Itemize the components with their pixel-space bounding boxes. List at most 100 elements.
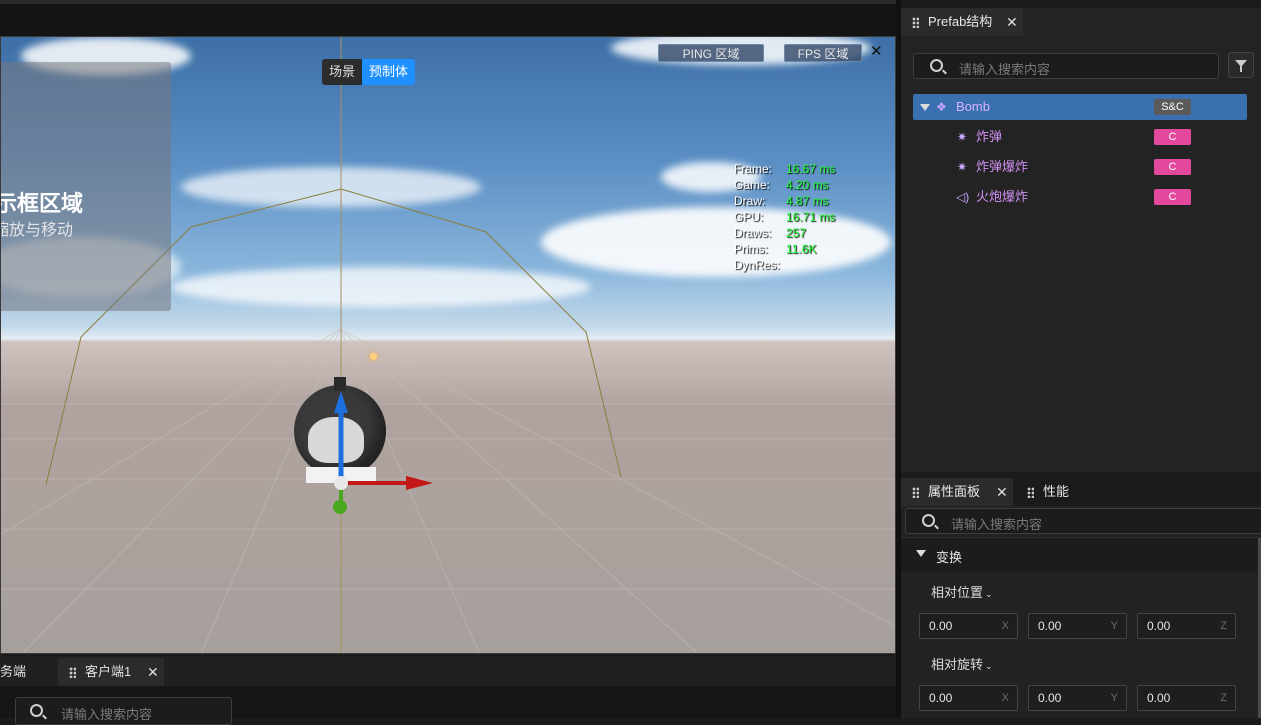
scope-badge: C [1154, 159, 1191, 175]
drag-grip-icon[interactable] [912, 487, 919, 498]
tab-server[interactable]: 务端 [0, 658, 26, 686]
scene-viewport[interactable]: 示框区域 缩放与移动 场景 预制体 PING 区域 FPS 区域 ✕ Frame… [0, 36, 896, 654]
scene-mode-toggle[interactable]: 场景 预制体 [322, 59, 416, 85]
tab-client[interactable]: 客户端1 ✕ [58, 658, 164, 686]
stat-row: Prims: 11.6K [734, 241, 835, 257]
position-x-field[interactable]: 0.00 X [919, 613, 1018, 639]
stat-key: Draws: [734, 226, 772, 240]
stat-value: 16.67 ms [786, 162, 836, 176]
axis-label: X [1001, 620, 1009, 632]
hint-overlay-panel: 示框区域 缩放与移动 [1, 62, 171, 311]
relative-rotation-text: 相对旋转 [931, 657, 984, 672]
stats-overlay: Frame: 16.67 ms Game: 4.20 ms Draw: 4.87 ms GP… [734, 161, 835, 273]
relative-rotation-label[interactable]: 相对旋转 ⌄ [931, 654, 993, 673]
performance-tab-label: 性能 [1043, 484, 1070, 499]
stat-key: Game: [734, 178, 771, 192]
rotation-z-field[interactable]: 0.00 Z [1137, 685, 1236, 711]
drag-grip-icon[interactable] [1027, 487, 1034, 498]
stat-key: Frame: [734, 162, 773, 176]
axis-label: Z [1220, 620, 1227, 632]
stat-value: 16.71 ms [786, 210, 836, 224]
chevron-down-icon: ⌄ [985, 661, 993, 671]
search-icon [30, 704, 43, 717]
bottom-tab-bar: 务端 客户端1 ✕ [0, 656, 898, 686]
fps-area-button[interactable]: FPS 区域 [784, 44, 862, 62]
mode-prefab-button[interactable]: 预制体 [362, 59, 416, 85]
field-value: 0.00 [1147, 619, 1171, 633]
stat-key: Draw: [734, 194, 766, 208]
bottom-search-bar: 请输入搜索内容 [0, 686, 898, 725]
stat-row: Game: 4.20 ms [734, 177, 835, 193]
hint-subtitle: 缩放与移动 [0, 222, 74, 239]
tree-item-label: 炸弹爆炸 [976, 159, 1029, 174]
close-icon[interactable]: ✕ [147, 658, 159, 686]
collapse-arrow-icon[interactable] [916, 550, 926, 557]
stat-key: GPU: [734, 210, 764, 224]
ping-area-button[interactable]: PING 区域 [658, 44, 764, 62]
section-title: 变换 [936, 550, 963, 565]
position-z-field[interactable]: 0.00 Z [1137, 613, 1236, 639]
field-value: 0.00 [929, 619, 953, 633]
field-value: 0.00 [1038, 619, 1062, 633]
mode-scene-button[interactable]: 场景 [322, 59, 363, 85]
search-icon [922, 514, 935, 527]
axis-label: Y [1110, 692, 1118, 704]
sound-icon: ◁) [956, 190, 970, 204]
rotation-x-field[interactable]: 0.00 X [919, 685, 1018, 711]
stat-row: Frame: 16.67 ms [734, 161, 835, 177]
rotation-y-field[interactable]: 0.00 Y [1028, 685, 1127, 711]
scope-badge: C [1154, 189, 1191, 205]
chevron-down-icon: ⌄ [985, 589, 993, 599]
top-toolbar [0, 0, 898, 36]
tree-item-label: Bomb [956, 99, 990, 114]
close-icon[interactable]: ✕ [1006, 8, 1018, 36]
field-value: 0.00 [1147, 691, 1171, 705]
prefab-structure-panel: Prefab结构 ✕ 请输入搜索内容 ❖ Bomb S&C ✷ 炸弹 C ✷ 炸… [901, 8, 1261, 472]
expand-arrow-icon[interactable] [920, 104, 930, 111]
drag-grip-icon[interactable] [912, 17, 919, 28]
filter-icon[interactable] [1228, 52, 1254, 78]
particle-effect-icon: ✷ [957, 130, 968, 144]
stat-value: 11.6K [786, 242, 817, 256]
field-value: 0.00 [929, 691, 953, 705]
tree-item[interactable]: ✷ 炸弹 C [913, 124, 1247, 150]
close-icon[interactable]: ✕ [996, 478, 1008, 506]
scope-badge: C [1154, 129, 1191, 145]
bottom-search-input[interactable]: 请输入搜索内容 [15, 697, 232, 725]
properties-panel: 属性面板 ✕ 性能 请输入搜索内容 变换 相对位置 ⌄ 0.00 X 0.00 Y… [901, 478, 1261, 718]
viewport-close-icon[interactable]: ✕ [870, 42, 883, 60]
tab-performance[interactable]: 性能 [1016, 478, 1101, 506]
stat-row: GPU: 16.71 ms [734, 209, 835, 225]
prefab-search-input[interactable]: 请输入搜索内容 [913, 53, 1219, 79]
position-y-field[interactable]: 0.00 Y [1028, 613, 1127, 639]
stat-value: 4.20 ms [786, 178, 829, 192]
properties-tab-label: 属性面板 [928, 484, 981, 499]
search-placeholder: 请输入搜索内容 [951, 517, 1043, 532]
relative-position-label[interactable]: 相对位置 ⌄ [931, 582, 993, 601]
tab-client-label: 客户端1 [85, 664, 132, 679]
stat-row: Draw: 4.87 ms [734, 193, 835, 209]
search-icon [930, 59, 943, 72]
axis-label: X [1001, 692, 1009, 704]
stat-row: DynRes: [734, 257, 835, 273]
scope-badge: S&C [1154, 99, 1191, 115]
tab-properties[interactable]: 属性面板 ✕ [901, 478, 1013, 506]
field-value: 0.00 [1038, 691, 1062, 705]
tab-prefab-structure[interactable]: Prefab结构 ✕ [901, 8, 1023, 36]
tree-item[interactable]: ✷ 炸弹爆炸 C [913, 154, 1247, 180]
stat-row: Draws: 257 [734, 225, 835, 241]
drag-grip-icon[interactable] [69, 667, 76, 678]
properties-tab-bar: 属性面板 ✕ 性能 [901, 478, 1261, 506]
transform-section-header[interactable]: 变换 [901, 537, 1261, 571]
search-placeholder: 请输入搜索内容 [61, 707, 153, 722]
prefab-node-icon: ❖ [936, 100, 947, 114]
tree-item-label: 炸弹 [976, 129, 1003, 144]
tree-item-bomb[interactable]: ❖ Bomb S&C [913, 94, 1247, 120]
axis-label: Z [1220, 692, 1227, 704]
properties-search-input[interactable]: 请输入搜索内容 [905, 508, 1261, 534]
particle-effect-icon: ✷ [957, 160, 968, 174]
tree-item[interactable]: ◁) 火炮爆炸 C [913, 184, 1247, 210]
prefab-tab-label: Prefab结构 [928, 14, 993, 29]
tree-item-label: 火炮爆炸 [976, 189, 1029, 204]
stat-key: DynRes: [734, 258, 781, 272]
